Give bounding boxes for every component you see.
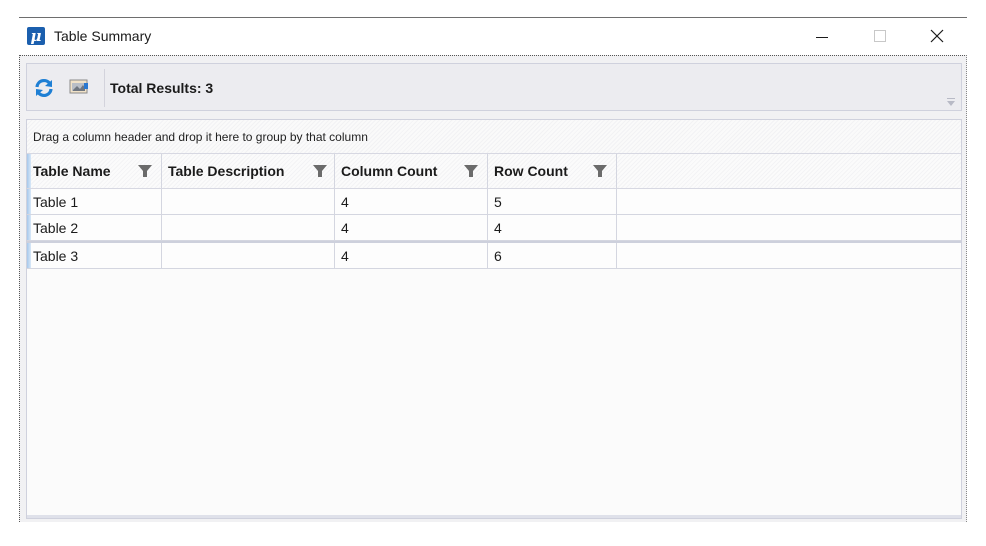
cell-table-description[interactable] xyxy=(162,215,335,240)
cell-column-count[interactable]: 4 xyxy=(335,215,488,240)
minimize-button[interactable] xyxy=(799,18,845,55)
cell-table-name[interactable]: Table 1 xyxy=(27,189,162,214)
refresh-icon xyxy=(35,78,53,98)
maximize-icon xyxy=(874,30,886,42)
content-area: Total Results: 3 Drag a column header an… xyxy=(19,55,967,522)
column-header-table-name[interactable]: Table Name xyxy=(27,154,162,188)
column-header-label: Table Description xyxy=(168,163,285,179)
column-header-column-count[interactable]: Column Count xyxy=(335,154,488,188)
cell-column-count[interactable]: 4 xyxy=(335,189,488,214)
toolbar-overflow-icon[interactable] xyxy=(947,98,955,106)
column-header-label: Table Name xyxy=(33,163,111,179)
minimize-icon xyxy=(816,37,828,38)
table-row[interactable]: Table 2 4 4 xyxy=(27,215,961,241)
maximize-button[interactable] xyxy=(856,18,902,55)
export-image-button[interactable] xyxy=(69,79,91,101)
filter-icon[interactable] xyxy=(464,164,478,178)
cell-table-description[interactable] xyxy=(162,243,335,268)
table-summary-window: μ Table Summary Total Results: 3 Drag a … xyxy=(19,17,967,522)
column-header-label: Row Count xyxy=(494,163,568,179)
toolbar: Total Results: 3 xyxy=(26,63,962,111)
toolbar-separator xyxy=(104,69,105,107)
close-icon xyxy=(930,29,944,43)
export-image-icon xyxy=(69,79,88,94)
app-icon: μ xyxy=(27,27,45,45)
filter-icon[interactable] xyxy=(138,164,152,178)
results-grid: Drag a column header and drop it here to… xyxy=(26,119,962,519)
column-header-row-count[interactable]: Row Count xyxy=(488,154,617,188)
cell-row-count[interactable]: 6 xyxy=(488,243,617,268)
grid-footer-border xyxy=(27,515,961,518)
cell-row-count[interactable]: 5 xyxy=(488,189,617,214)
filter-icon[interactable] xyxy=(593,164,607,178)
cell-column-count[interactable]: 4 xyxy=(335,243,488,268)
table-row[interactable]: Table 1 4 5 xyxy=(27,189,961,215)
close-button[interactable] xyxy=(914,18,960,55)
table-row[interactable]: Table 3 4 6 xyxy=(27,241,961,269)
grid-header-row: Table Name Table Description Column Coun… xyxy=(27,154,961,189)
filter-icon[interactable] xyxy=(313,164,327,178)
cell-table-description[interactable] xyxy=(162,189,335,214)
cell-table-name[interactable]: Table 3 xyxy=(27,243,162,268)
cell-table-name[interactable]: Table 2 xyxy=(27,215,162,240)
total-results-label: Total Results: 3 xyxy=(110,80,214,96)
refresh-button[interactable] xyxy=(33,77,55,99)
group-by-hint: Drag a column header and drop it here to… xyxy=(33,130,368,144)
group-by-panel[interactable]: Drag a column header and drop it here to… xyxy=(27,120,961,154)
column-header-label: Column Count xyxy=(341,163,438,179)
window-title: Table Summary xyxy=(54,28,152,44)
cell-row-count[interactable]: 4 xyxy=(488,215,617,240)
column-header-table-description[interactable]: Table Description xyxy=(162,154,335,188)
title-bar[interactable]: μ Table Summary xyxy=(19,18,967,55)
